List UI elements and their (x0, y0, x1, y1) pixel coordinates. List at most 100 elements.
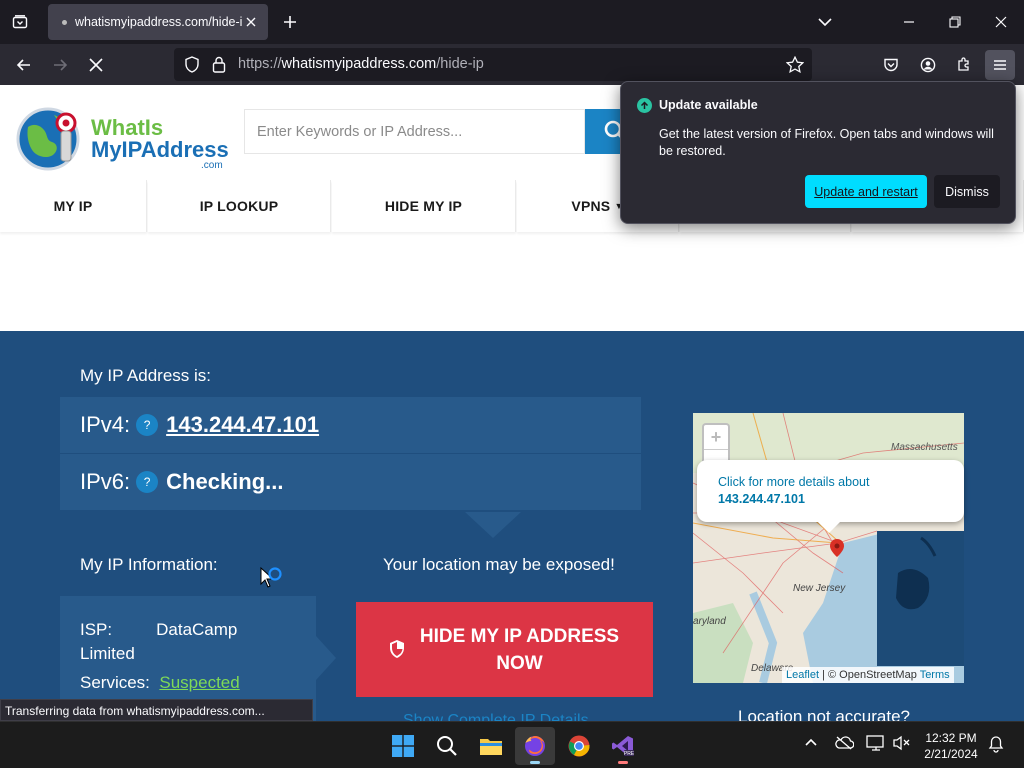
forward-arrow-icon[interactable] (45, 50, 75, 80)
ipv6-label: IPv6: (80, 469, 131, 494)
search-input[interactable] (245, 110, 584, 153)
my-ip-heading: My IP Address is: (80, 366, 212, 385)
windows-start-icon[interactable] (383, 727, 423, 765)
notification-bell-icon[interactable] (988, 735, 1004, 756)
firefox-taskbar-icon[interactable] (515, 727, 555, 765)
nav-my-ip[interactable]: MY IP (0, 180, 147, 232)
hide-button-text-line2: NOW (496, 652, 543, 674)
browser-navigation-bar: https://whatismyipaddress.com/hide-ip (0, 44, 1024, 85)
visual-studio-preview-icon[interactable]: PRE (603, 727, 643, 765)
loading-dot-icon (62, 19, 67, 25)
services-label: Services: (80, 673, 150, 692)
windows-taskbar: PRE 12:32 PM 2/21/2024 (0, 721, 1024, 768)
map-label-maryland: aryland (693, 616, 726, 627)
ip-information-heading: My IP Information: (80, 555, 218, 574)
shield-icon (388, 639, 406, 667)
list-all-tabs-icon[interactable] (6, 8, 34, 36)
map-label-new-jersey: New Jersey (793, 583, 846, 594)
map-popup[interactable]: Click for more details about 143.244.47.… (697, 460, 964, 522)
svg-text:PRE: PRE (624, 751, 635, 757)
busy-cursor-icon (259, 566, 285, 599)
dismiss-button[interactable]: Dismiss (934, 175, 1000, 208)
update-arrow-icon (637, 98, 652, 113)
logo-text-com: .com (201, 160, 223, 171)
ipv6-help-icon[interactable]: ? (136, 471, 159, 493)
update-title: Update available (659, 98, 758, 112)
browser-tab-active[interactable]: whatismyipaddress.com/hide-ip (48, 4, 268, 40)
ipv4-address-link[interactable]: 143.244.47.101 (166, 412, 319, 438)
ipv6-value: Checking... (166, 469, 284, 494)
new-tab-icon[interactable] (278, 10, 302, 34)
update-description: Get the latest version of Firefox. Open … (659, 127, 994, 158)
active-app-indicator (530, 761, 540, 764)
partially-visible-link[interactable]: Show Complete IP Details (403, 712, 603, 721)
update-available-panel: Update available Get the latest version … (620, 81, 1016, 224)
update-and-restart-label: Update and restart (814, 184, 918, 199)
osm-attribution: | © OpenStreetMap (822, 669, 917, 681)
nav-ip-lookup[interactable]: IP LOOKUP (148, 180, 331, 232)
hide-my-ip-button[interactable]: HIDE MY IP ADDRESS NOW (356, 602, 653, 697)
tab-title: whatismyipaddress.com/hide-ip (75, 15, 243, 29)
bookmark-star-icon[interactable] (785, 55, 805, 78)
show-hidden-icons-chevron[interactable] (804, 736, 818, 750)
location-map[interactable]: Massachusetts New Jersey aryland Delawar… (693, 413, 964, 683)
account-icon[interactable] (913, 50, 943, 80)
map-label-massachusetts: Massachusetts (891, 442, 958, 453)
extensions-puzzle-icon[interactable] (949, 50, 979, 80)
clock-time: 12:32 PM (925, 731, 977, 745)
address-bar[interactable]: https://whatismyipaddress.com/hide-ip (174, 48, 812, 81)
url-domain: whatismyipaddress.com (281, 56, 437, 72)
network-icon[interactable] (866, 735, 886, 754)
isp-value: DataCamp (156, 620, 238, 639)
ipv4-label: IPv4: (80, 412, 131, 437)
services-suspected-link[interactable]: Suspected (159, 673, 239, 692)
close-tab-icon[interactable] (242, 13, 260, 31)
url-text[interactable]: https://whatismyipaddress.com/hide-ip (238, 56, 484, 72)
minimize-icon[interactable] (895, 8, 923, 36)
ipv6-row: IPv6: ? Checking... (60, 454, 641, 510)
tracking-protection-shield-icon[interactable] (184, 56, 200, 78)
chrome-taskbar-icon[interactable] (559, 727, 599, 765)
browser-title-bar: whatismyipaddress.com/hide-ip (0, 0, 1024, 44)
map-tiles: Massachusetts New Jersey aryland Delawar… (693, 413, 964, 683)
search-field-container (244, 109, 585, 154)
tab-overflow-chevron-icon[interactable] (811, 8, 839, 36)
taskbar-search-icon[interactable] (427, 727, 467, 765)
file-explorer-icon[interactable] (471, 727, 511, 765)
isp-label: ISP: (80, 620, 113, 639)
callout-pointer (465, 512, 521, 538)
nav-hide-my-ip[interactable]: HIDE MY IP (332, 180, 516, 232)
ipv4-help-icon[interactable]: ? (136, 414, 159, 436)
isp-value-line2: Limited (80, 644, 135, 663)
volume-muted-icon[interactable] (892, 735, 910, 754)
location-exposed-text: Your location may be exposed! (383, 555, 615, 574)
app-menu-hamburger-icon[interactable] (985, 50, 1015, 80)
url-path: /hide-ip (436, 56, 484, 72)
terms-link[interactable]: Terms (920, 669, 950, 681)
restore-window-icon[interactable] (941, 8, 969, 36)
update-and-restart-button[interactable]: Update and restart (805, 175, 927, 208)
info-box-pointer (316, 636, 336, 680)
system-clock[interactable]: 12:32 PM 2/21/2024 (916, 730, 986, 762)
nav-my-ip-label: MY IP (53, 198, 93, 214)
back-arrow-icon[interactable] (9, 50, 39, 80)
onedrive-offline-icon[interactable] (834, 735, 855, 754)
clock-date: 2/21/2024 (924, 747, 978, 761)
leaflet-link[interactable]: Leaflet (786, 669, 819, 681)
url-scheme: https:// (238, 56, 282, 72)
pocket-icon[interactable] (876, 50, 906, 80)
nav-ip-lookup-label: IP LOOKUP (199, 198, 279, 214)
padlock-icon[interactable] (212, 56, 226, 78)
stop-loading-icon[interactable] (81, 50, 111, 80)
ipv4-row: IPv4: ? 143.244.47.101 (60, 397, 641, 453)
zoom-in-button[interactable]: + (704, 425, 728, 450)
map-popup-tip (818, 522, 840, 533)
close-window-icon[interactable] (987, 8, 1015, 36)
logo-text-myipaddress: MyIPAddress (91, 137, 228, 162)
vs-indicator (618, 761, 628, 764)
nav-hide-my-ip-label: HIDE MY IP (384, 198, 463, 214)
nav-vpns-label: VPNS (571, 198, 611, 214)
map-attribution: Leaflet | © OpenStreetMap Terms (782, 667, 954, 683)
site-logo[interactable]: WhatIs MyIPAddress .com (14, 103, 229, 175)
browser-status-bar: Transferring data from whatismyipaddress… (0, 699, 313, 721)
